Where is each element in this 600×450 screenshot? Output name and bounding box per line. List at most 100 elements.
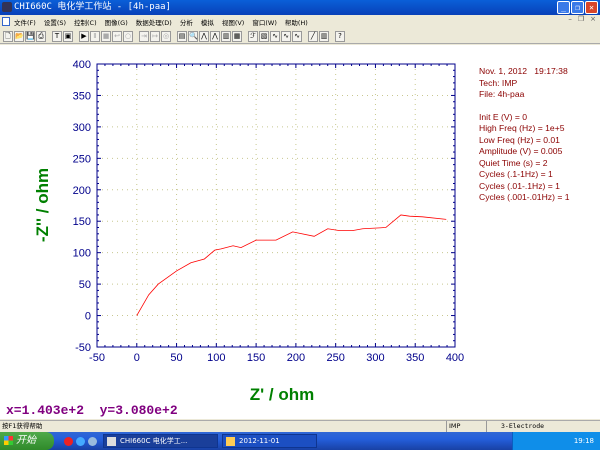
x-tick-label: 100 [207,352,225,364]
y-tick-label: 0 [85,311,91,323]
tool3-icon[interactable]: ◎ [161,30,171,42]
window-title: CHI660C 电化学工作站 - [4h-paa] [14,2,171,12]
status-tech: IMP [446,421,486,432]
info-date: Nov. 1, 2012 [479,66,528,76]
show-desktop-icon[interactable] [88,436,97,446]
menu-analysis[interactable]: 分析 [180,17,193,27]
tool1-icon[interactable]: ⇥ [139,30,149,42]
param-high-freq: High Freq (Hz) = 1e+5 [479,123,565,133]
y-tick-label: -50 [75,342,91,354]
param-cycles-2: Cycles (.01-.1Hz) = 1 [479,180,560,191]
cursor-x: x=1.403e+2 [6,403,85,418]
ie-icon[interactable] [76,436,85,446]
color-icon[interactable]: ▦ [232,30,242,42]
mdi-close-button[interactable]: × [590,15,596,23]
tool6-icon[interactable]: ▧ [259,30,269,42]
menu-control[interactable]: 控制(C) [74,17,97,27]
y-tick-label: 300 [73,122,91,134]
x-tick-label: 250 [326,352,344,364]
y-tick-label: 200 [73,185,91,197]
tool10-icon[interactable]: ╱ [308,30,318,42]
zoom-icon[interactable]: 🔍 [188,30,198,42]
menu-view[interactable]: 视图(V) [222,17,245,27]
taskbar: 开始 CHI660C 电化学工... 2012-11-01 19:18 [0,432,600,450]
x-tick-label: 400 [446,352,464,364]
y-tick-label: 250 [73,153,91,165]
help-icon[interactable]: ? [335,30,345,42]
y-tick-label: 350 [73,90,91,102]
x-axis-label: Z' / ohm [250,385,314,404]
status-bar: 按F1获得帮助 IMP 3-Electrode [0,420,600,432]
y-tick-label: 100 [73,248,91,260]
fit-icon[interactable]: ℱ [248,30,258,42]
mdi-minimize-button[interactable]: – [568,15,572,23]
y-tick-label: 50 [79,279,91,291]
mdi-restore-button[interactable]: ❐ [578,15,584,23]
menu-window[interactable]: 窗口(W) [252,17,277,27]
status-electrode: 3-Electrode [486,421,600,432]
cursor-y: y=3.080e+2 [99,403,178,418]
y-tick-label: 150 [73,216,91,228]
open-icon[interactable]: 📂 [14,30,24,42]
param-cycles-3: Cycles (.001-.01Hz) = 1 [479,192,570,202]
start-button[interactable]: 开始 [0,432,54,450]
pause-icon[interactable]: Ⅱ [90,30,100,42]
menu-help[interactable]: 帮助(H) [285,17,308,27]
tool9-icon[interactable]: ∿ [292,30,302,42]
tool8-icon[interactable]: ∿ [281,30,291,42]
zero-icon[interactable]: ○ [123,30,133,42]
text-icon[interactable]: T [52,30,62,42]
run-icon[interactable]: ▶ [79,30,89,42]
present-data-icon[interactable]: ▤ [177,30,187,42]
param-amplitude: Amplitude (V) = 0.005 [479,146,563,156]
tool11-icon[interactable]: ▥ [319,30,329,42]
system-tray: 19:18 [512,432,600,450]
peak-icon[interactable]: ⋀ [199,30,209,42]
reverse-icon[interactable]: ↩ [112,30,122,42]
info-tech: Tech: IMP [479,77,518,88]
clock[interactable]: 19:18 [574,437,594,445]
x-tick-label: 350 [406,352,424,364]
param-init-e: Init E (V) = 0 [479,111,527,122]
x-tick-label: 50 [170,352,182,364]
y-tick-label: 400 [73,59,91,71]
print-icon[interactable]: ⎙ [36,30,46,42]
impedance-series-line [136,214,447,316]
info-time: 19:17:38 [534,66,568,76]
menu-file[interactable]: 文件(F) [14,17,36,27]
plot-frame [96,63,456,348]
toolbar: 🗋 📂 💾 ⎙ T ▣ ▶ Ⅱ ■ ↩ ○ ⇥ ↦ ◎ ▤ 🔍 ⋀ ⋀ ▥ ▦ ℱ ▧ ∿ ∿ ∿ ╱ ▥? [0,29,600,44]
x-tick-label: 150 [247,352,265,364]
app-icon [2,2,12,12]
quick-launch [64,436,97,446]
menu-data-proc[interactable]: 数据处理(D) [136,17,172,27]
task-folder[interactable]: 2012-11-01 [222,434,317,448]
status-help: 按F1获得帮助 [2,422,43,430]
close-button[interactable]: ✕ [585,1,598,14]
task-label: 2012-11-01 [239,437,280,445]
task-label: CHI660C 电化学工... [120,437,188,445]
app-icon [107,437,116,446]
task-chi660c[interactable]: CHI660C 电化学工... [103,434,218,448]
tool5-icon[interactable]: ▥ [221,30,231,42]
tool4-icon[interactable]: ⋀ [210,30,220,42]
cursor-readout: x=1.403e+2 y=3.080e+2 [6,403,178,418]
restore-button[interactable]: ❐ [571,1,584,14]
new-icon[interactable]: 🗋 [3,30,13,42]
menu-graphics[interactable]: 图像(G) [105,17,128,27]
param-quiet-time: Quiet Time (s) = 2 [479,157,548,168]
x-tick-label: 300 [366,352,384,364]
graph-options-icon[interactable]: ▣ [63,30,73,42]
save-icon[interactable]: 💾 [25,30,35,42]
x-tick-label: -50 [89,352,105,364]
param-low-freq: Low Freq (Hz) = 0.01 [479,134,560,145]
x-tick-label: 0 [134,352,140,364]
tool2-icon[interactable]: ↦ [150,30,160,42]
quicklaunch-app-icon[interactable] [64,436,73,446]
experiment-info: Nov. 1, 2012 19:17:38 Tech: IMP File: 4h… [479,66,570,204]
minimize-button[interactable]: _ [557,1,570,14]
stop-icon[interactable]: ■ [101,30,111,42]
menu-sim[interactable]: 模拟 [201,17,214,27]
menu-setup[interactable]: 设置(S) [44,17,66,27]
tool7-icon[interactable]: ∿ [270,30,280,42]
